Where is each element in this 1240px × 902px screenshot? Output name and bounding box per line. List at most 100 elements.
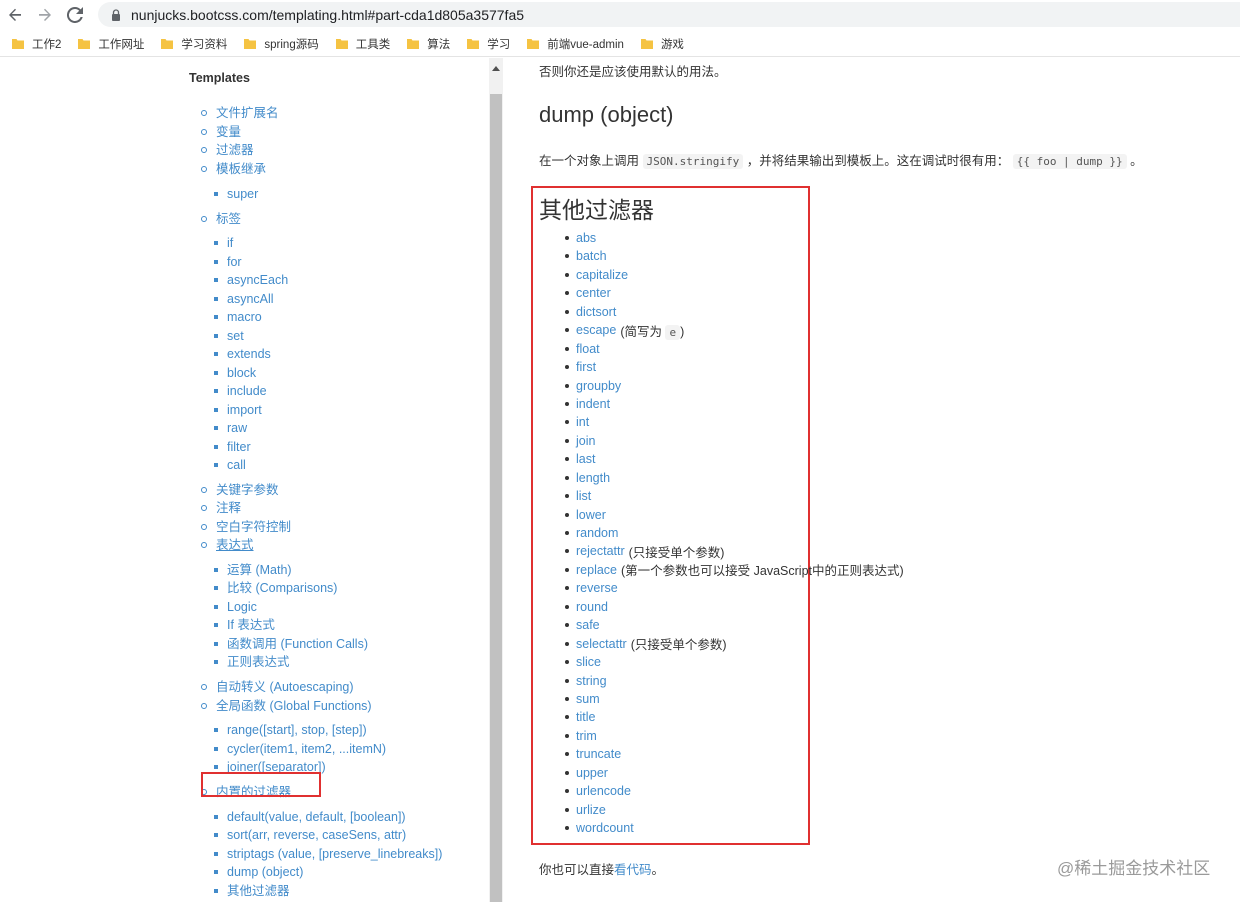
bookmark-label: 工具类 [355, 38, 391, 51]
filter-link-urlize[interactable]: urlize [576, 803, 606, 817]
filter-item: join [565, 433, 595, 449]
toc-item-全局函数-global-functions[interactable]: 全局函数 (Global Functions) [201, 698, 372, 714]
toc-item-其他过滤器[interactable]: 其他过滤器 [214, 883, 290, 899]
filter-link-wordcount[interactable]: wordcount [576, 821, 634, 835]
toc-item-logic[interactable]: Logic [214, 599, 257, 615]
bookmark-item[interactable]: 工作网址 [78, 36, 144, 52]
forward-button[interactable] [30, 0, 60, 30]
list-bullet-icon [565, 770, 569, 775]
filter-link-float[interactable]: float [576, 342, 600, 356]
bookmark-item[interactable]: 工具类 [335, 36, 391, 52]
bookmark-item[interactable]: spring源码 [244, 36, 319, 52]
toc-title: Templates [189, 71, 250, 85]
bookmark-item[interactable]: 工作2 [12, 36, 61, 52]
filter-link-abs[interactable]: abs [576, 231, 596, 245]
filter-link-string[interactable]: string [576, 674, 607, 688]
toc-item-if-表达式[interactable]: If 表达式 [214, 617, 275, 633]
toc-item-表达式[interactable]: 表达式 [201, 537, 254, 553]
filter-link-urlencode[interactable]: urlencode [576, 784, 631, 798]
list-bullet-icon [565, 236, 569, 240]
reload-button[interactable] [60, 0, 90, 30]
sidebar-scrollbar[interactable] [489, 58, 503, 902]
toc-item-标签[interactable]: 标签 [201, 211, 241, 227]
dump-desc-text: ，并将结果输出到模板上。这在调试时很有用： [746, 154, 1010, 168]
bookmark-item[interactable]: 游戏 [640, 36, 684, 52]
filter-link-batch[interactable]: batch [576, 249, 607, 263]
filter-link-length[interactable]: length [576, 471, 610, 485]
toc-item-striptags-value-preserve-linebreaks[interactable]: striptags (value, [preserve_linebreaks]) [214, 846, 442, 862]
filter-link-dictsort[interactable]: dictsort [576, 305, 616, 319]
toc-item-import[interactable]: import [214, 402, 262, 418]
list-bullet-icon [565, 733, 569, 738]
toc-item-变量[interactable]: 变量 [201, 124, 241, 140]
filter-link-truncate[interactable]: truncate [576, 747, 621, 761]
filter-link-rejectattr[interactable]: rejectattr [576, 544, 625, 558]
toc-item-raw[interactable]: raw [214, 420, 247, 436]
filter-link-trim[interactable]: trim [576, 729, 597, 743]
filter-link-slice[interactable]: slice [576, 655, 601, 669]
bookmark-item[interactable]: 算法 [407, 36, 450, 52]
filter-item: first [565, 359, 596, 375]
filter-link-title[interactable]: title [576, 710, 595, 724]
toc-item-macro[interactable]: macro [214, 309, 262, 325]
back-button[interactable] [0, 0, 30, 30]
view-source-link[interactable]: 看代码 [614, 863, 652, 877]
filter-link-groupby[interactable]: groupby [576, 379, 621, 393]
list-bullet-icon [565, 365, 569, 370]
arrow-right-icon [39, 8, 51, 21]
toc-item-空白字符控制[interactable]: 空白字符控制 [201, 519, 291, 535]
toc-item-sort-arr-reverse-casesens-attr[interactable]: sort(arr, reverse, caseSens, attr) [214, 827, 406, 843]
filter-link-indent[interactable]: indent [576, 397, 610, 411]
toc-item-自动转义-autoescaping[interactable]: 自动转义 (Autoescaping) [201, 679, 354, 695]
scroll-up-button[interactable] [489, 62, 503, 74]
toc-item-函数调用-function-calls[interactable]: 函数调用 (Function Calls) [214, 636, 368, 652]
toc-item-call[interactable]: call [214, 457, 246, 473]
bookmark-item[interactable]: 学习资料 [161, 36, 227, 52]
filter-link-join[interactable]: join [576, 434, 595, 448]
bookmark-item[interactable]: 学习 [467, 36, 510, 52]
toc-item-asyncall[interactable]: asyncAll [214, 291, 274, 307]
toc-item-set[interactable]: set [214, 328, 244, 344]
toc-item-dump-object[interactable]: dump (object) [214, 864, 303, 880]
filter-link-random[interactable]: random [576, 526, 618, 540]
filter-link-round[interactable]: round [576, 600, 608, 614]
filter-link-center[interactable]: center [576, 286, 611, 300]
toc-item-模板继承[interactable]: 模板继承 [201, 161, 266, 177]
toc-item-super[interactable]: super [214, 186, 258, 202]
filter-link-escape[interactable]: escape [576, 323, 616, 337]
toc-item-运算-math[interactable]: 运算 (Math) [214, 562, 292, 578]
bookmark-item[interactable]: 前端vue-admin [527, 36, 624, 52]
filter-item: batch [565, 248, 607, 264]
toc-item-for[interactable]: for [214, 254, 242, 270]
filter-link-replace[interactable]: replace [576, 563, 617, 577]
filter-link-lower[interactable]: lower [576, 508, 606, 522]
filter-link-sum[interactable]: sum [576, 692, 600, 706]
filter-link-upper[interactable]: upper [576, 766, 608, 780]
toc-item-label: 注释 [216, 501, 242, 515]
scroll-thumb[interactable] [490, 94, 502, 902]
filter-link-safe[interactable]: safe [576, 618, 600, 632]
filter-link-reverse[interactable]: reverse [576, 581, 618, 595]
toc-item-range-start-stop-step[interactable]: range([start], stop, [step]) [214, 722, 367, 738]
toc-item-文件扩展名[interactable]: 文件扩展名 [201, 105, 279, 121]
filter-link-first[interactable]: first [576, 360, 596, 374]
toc-item-filter[interactable]: filter [214, 439, 251, 455]
toc-item-block[interactable]: block [214, 365, 256, 381]
toc-item-注释[interactable]: 注释 [201, 500, 241, 516]
toc-item-default-value-default-boolean[interactable]: default(value, default, [boolean]) [214, 809, 406, 825]
filter-link-capitalize[interactable]: capitalize [576, 268, 628, 282]
toc-item-关键字参数[interactable]: 关键字参数 [201, 482, 279, 498]
toc-item-extends[interactable]: extends [214, 346, 271, 362]
toc-item-if[interactable]: if [214, 235, 233, 251]
toc-item-正则表达式[interactable]: 正则表达式 [214, 654, 290, 670]
toc-item-过滤器[interactable]: 过滤器 [201, 142, 254, 158]
toc-item-比较-comparisons[interactable]: 比较 (Comparisons) [214, 580, 337, 596]
filter-link-int[interactable]: int [576, 415, 589, 429]
filter-link-last[interactable]: last [576, 452, 595, 466]
address-bar[interactable]: nunjucks.bootcss.com/templating.html#par… [98, 2, 1240, 27]
toc-item-include[interactable]: include [214, 383, 267, 399]
filter-link-selectattr[interactable]: selectattr [576, 637, 627, 651]
toc-item-cycler-item1-item2-itemn[interactable]: cycler(item1, item2, ...itemN) [214, 741, 386, 757]
filter-link-list[interactable]: list [576, 489, 591, 503]
toc-item-asynceach[interactable]: asyncEach [214, 272, 288, 288]
